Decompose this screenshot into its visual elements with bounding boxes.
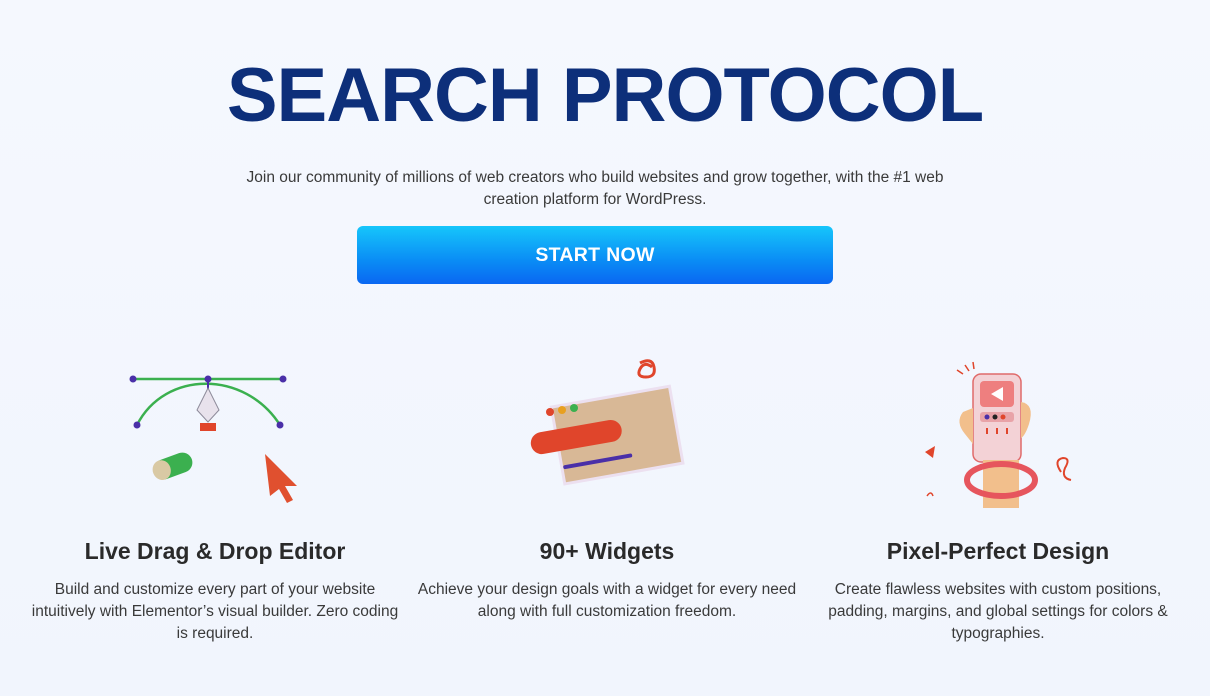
feature-card-editor: Live Drag & Drop Editor Build and custom… (25, 350, 405, 642)
feature-description: Build and customize every part of your w… (31, 581, 399, 642)
hero-subtitle: Join our community of millions of web cr… (246, 169, 944, 208)
phone-in-hand-icon (808, 350, 1188, 520)
feature-title: Pixel-Perfect Design (886, 538, 1110, 564)
feature-title: Live Drag & Drop Editor (84, 538, 346, 564)
hero-title: SEARCH PROTOCOL (226, 53, 984, 138)
landing-page: SEARCH PROTOCOL Join our community of mi… (0, 0, 1210, 696)
feature-card-design: Pixel-Perfect Design Create flawless web… (808, 350, 1188, 642)
widgets-card-icon (417, 350, 797, 520)
feature-title: 90+ Widgets (539, 538, 675, 564)
pen-tool-bezier-icon (25, 350, 405, 520)
feature-card-widgets: 90+ Widgets Achieve your design goals wi… (417, 350, 797, 620)
start-now-button[interactable]: START NOW (357, 226, 833, 284)
feature-description: Achieve your design goals with a widget … (417, 581, 797, 620)
feature-description: Create flawless websites with custom pos… (828, 581, 1168, 642)
